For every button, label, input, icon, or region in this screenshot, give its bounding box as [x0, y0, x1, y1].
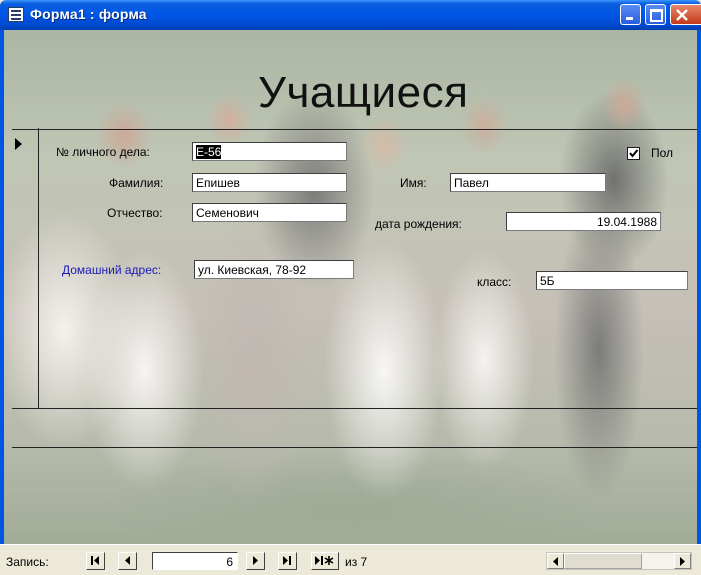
first-name-label: Имя:	[400, 176, 427, 190]
surname-label: Фамилия:	[109, 176, 164, 190]
birth-date-label: дата рождения:	[375, 217, 462, 231]
close-button[interactable]	[670, 4, 701, 25]
detail-divider	[12, 408, 701, 409]
patronymic-field[interactable]: Семенович	[192, 203, 347, 222]
first-record-icon	[91, 556, 99, 565]
prev-record-icon	[125, 556, 130, 565]
current-record-field[interactable]: 6	[152, 552, 238, 570]
form-heading: Учащиеся	[258, 68, 469, 117]
checkmark-icon	[629, 149, 639, 158]
maximize-button[interactable]	[645, 4, 666, 25]
class-label: класс:	[477, 275, 512, 289]
class-field[interactable]: 5Б	[536, 271, 688, 290]
record-navigation-bar: Запись: 6 из 7	[0, 544, 701, 575]
next-record-icon	[253, 556, 258, 565]
scroll-right-button[interactable]	[674, 553, 691, 569]
first-record-button[interactable]	[86, 552, 105, 570]
footer-divider	[12, 447, 701, 448]
record-selector-icon	[15, 138, 22, 150]
total-records-label: из 7	[345, 555, 368, 569]
case-number-value: Е-56	[196, 145, 222, 159]
title-bar[interactable]: Форма1 : форма	[0, 0, 701, 30]
form-detail-section: Учащиеся № личного дела: Е-56 Фамилия: Е…	[0, 30, 701, 544]
next-record-button[interactable]	[246, 552, 265, 570]
first-name-field[interactable]: Павел	[450, 173, 606, 192]
case-number-field[interactable]: Е-56	[192, 142, 347, 161]
window-title: Форма1 : форма	[30, 6, 147, 22]
horizontal-scrollbar[interactable]	[546, 552, 692, 570]
scroll-left-button[interactable]	[547, 553, 564, 569]
access-form-window: Форма1 : форма Учащиеся № личного дела: …	[0, 0, 701, 575]
case-number-label: № личного дела:	[56, 145, 150, 159]
form-icon[interactable]	[8, 7, 24, 22]
last-record-icon	[283, 556, 291, 565]
birth-date-field[interactable]: 19.04.1988	[506, 212, 661, 231]
close-icon	[676, 9, 688, 21]
record-label: Запись:	[6, 555, 49, 569]
gender-label: Пол	[651, 146, 674, 160]
record-selector[interactable]	[16, 128, 39, 408]
scroll-left-icon	[553, 557, 558, 566]
patronymic-label: Отчество:	[107, 206, 163, 220]
home-address-label: Домашний адрес:	[62, 263, 162, 277]
gender-checkbox[interactable]	[627, 147, 640, 160]
header-divider	[12, 129, 701, 130]
minimize-button[interactable]	[620, 4, 641, 25]
scroll-thumb[interactable]	[564, 553, 642, 569]
prev-record-button[interactable]	[118, 552, 137, 570]
new-record-icon	[315, 556, 334, 565]
new-record-button[interactable]	[311, 552, 339, 570]
home-address-field[interactable]: ул. Киевская, 78-92	[194, 260, 354, 279]
surname-field[interactable]: Епишев	[192, 173, 347, 192]
last-record-button[interactable]	[278, 552, 297, 570]
scroll-right-icon	[680, 557, 685, 566]
window-border	[697, 30, 701, 544]
